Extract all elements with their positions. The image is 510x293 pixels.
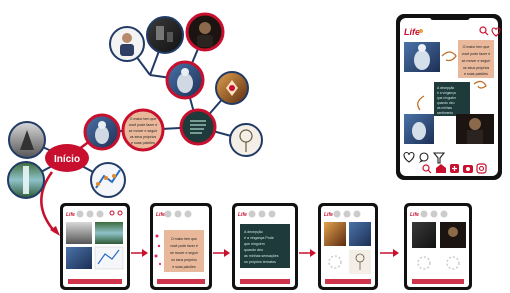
node-sketch[interactable] [229,123,263,157]
big-phone-logo: Life [404,27,420,37]
flow-2-quote-3: se mover e seguir [170,251,199,255]
big-phone-man-image[interactable] [456,114,494,144]
node-warm-scene[interactable] [215,71,249,105]
node-man-portrait[interactable] [185,12,225,52]
quote-line-5: e suas paixões [464,72,488,76]
flow-1-navbar[interactable] [68,279,122,284]
node-quote-line-2: você pode fazer é [129,123,158,127]
arrow-4 [380,249,399,257]
flow-phone-1: Life [60,203,130,290]
arrow-3 [299,249,316,257]
flow-3-dark-note[interactable]: A decepção é a vingança Pode que ninguém… [240,224,290,268]
node-person-portrait[interactable] [109,26,145,62]
flow-1-image-3[interactable] [66,247,92,269]
big-phone-blue-image-2[interactable] [404,114,434,144]
note-line-5: as minhas [437,106,452,110]
flow-3-note-4: quando deu [244,248,263,252]
flow-3-note-3: que ninguém [244,242,265,246]
quote-line-2: você pode fazer é [462,52,491,56]
big-phone-blue-image[interactable] [404,42,440,72]
flow-3-note-2: é a vingança Pode [244,236,274,240]
quote-line-1: O maior tem que [463,45,490,49]
storyboard-canvas: O maior tem que você pode fazer é se mov… [7,12,502,290]
flow-3-navbar[interactable] [240,279,290,284]
big-phone: Life O maior tem que você pode fazer é s… [396,14,502,180]
note-line-6: sentimento [437,111,453,115]
flow-2-navbar[interactable] [157,279,205,284]
flow-phone-4: Life [318,203,378,290]
flow-2-quote-card[interactable]: O maior tem que você pode fazer é se mov… [164,230,204,272]
flow-3-logo: Life [238,212,247,218]
flow-4-image-1[interactable] [324,222,346,246]
flow-3-note-6: os próprios ternatos [244,260,276,264]
add-icon[interactable] [450,164,459,173]
flow-4-navbar[interactable] [325,279,371,284]
node-quote-line-3: se mover e seguir [129,129,158,133]
flow-4-logo: Life [324,212,333,218]
node-waterfall[interactable] [7,161,45,199]
flow-4-image-2[interactable] [349,222,371,246]
node-inicio[interactable]: Início [45,144,89,172]
flow-phone-2: Life O maior tem que você pode fazer é s… [150,203,212,290]
flow-phone-5: Life [404,203,472,290]
note-line-3: que ninguém [437,96,456,100]
quote-line-3: se mover e seguir [462,59,491,63]
node-teamwork[interactable] [90,162,126,198]
flow-4-sketch[interactable] [349,250,371,274]
node-dark-scene[interactable] [146,16,184,54]
flow-1-image-2[interactable] [95,222,123,244]
flow-1-logo: Life [66,212,75,218]
flow-2-quote-1: O maior tem que [171,237,197,241]
node-blue-figure-2[interactable] [83,113,121,151]
note-line-1: A decepção [437,86,454,90]
flow-5-navbar[interactable] [412,279,464,284]
flow-2-quote-2: você pode fazer é [170,244,198,248]
flow-2-logo: Life [156,212,165,218]
note-line-4: quando deu [437,101,455,105]
big-phone-quote-card[interactable]: O maior tem que você pode fazer é se mov… [458,40,494,78]
flow-1-image-1[interactable] [66,222,92,244]
arrow-2 [213,249,230,257]
camera-icon[interactable] [463,165,473,173]
node-quote[interactable]: O maior tem que você pode fazer é se mov… [121,108,165,152]
note-line-2: é a vingança [437,91,456,95]
flow-2-quote-4: os seus próprios [171,258,197,262]
node-foggy-tree[interactable] [8,121,46,159]
flow-5-image-1[interactable] [412,222,436,248]
flow-3-note-1: A decepção [244,230,263,234]
big-phone-dark-note[interactable]: A decepção é a vingança que ninguém quan… [434,82,470,116]
flow-3-note-5: as minhas sensações [244,254,279,258]
node-blue-figure[interactable] [165,60,205,100]
node-quote-line-5: e suas paixões [131,141,155,145]
flow-2-quote-5: e suas paixões [172,265,196,269]
flow-5-logo: Life [410,212,419,218]
arrow-1 [131,249,148,257]
flow-phone-3: Life A decepção é a vingança Pode que ni… [232,203,298,290]
node-quote-line-4: os seus próprios [130,135,157,139]
inicio-label: Início [54,154,80,165]
quote-line-4: os seus próprios [463,66,490,70]
node-quote-line-1: O maior tem que [130,117,157,121]
node-dark-note[interactable] [179,108,217,146]
